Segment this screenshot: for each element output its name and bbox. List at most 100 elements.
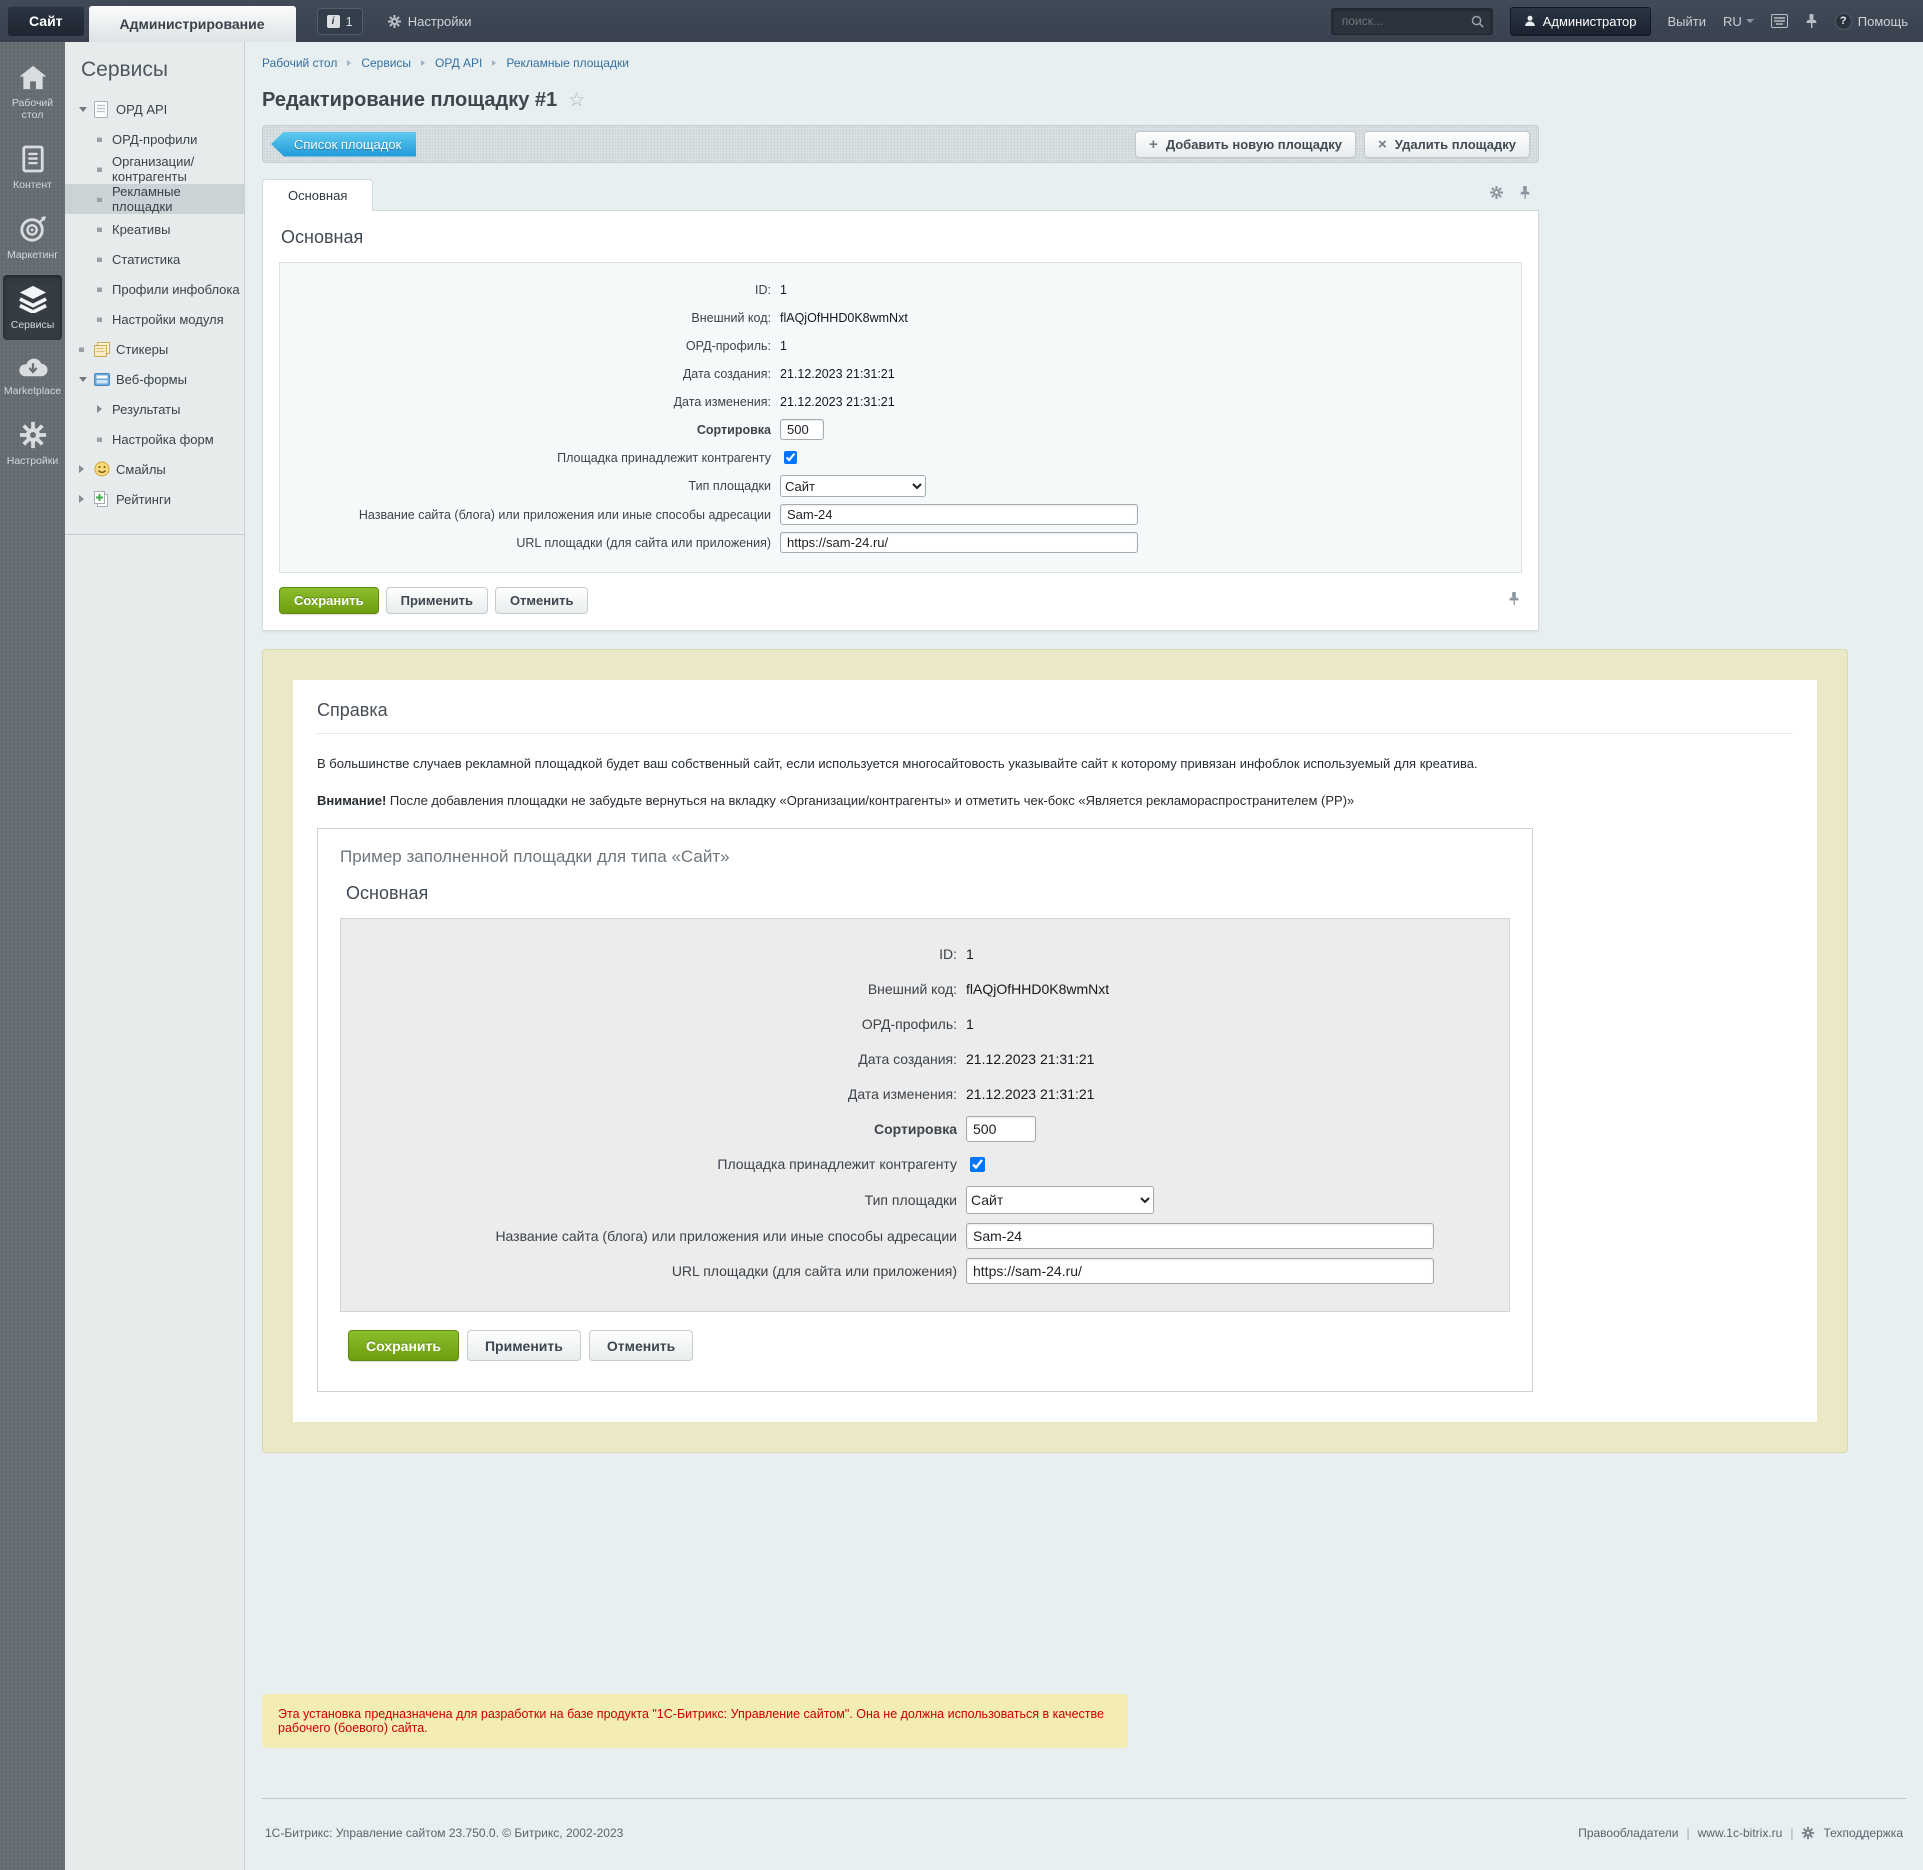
rail-item-services[interactable]: Сервисы <box>3 275 62 340</box>
sort-input[interactable] <box>780 419 824 440</box>
notifications-button[interactable]: i 1 <box>316 7 363 35</box>
sidebar-item-ord-api[interactable]: ОРД API <box>65 94 244 124</box>
delete-platform-button[interactable]: × Удалить площадку <box>1364 130 1530 158</box>
footer-link-support[interactable]: Техподдержка <box>1823 1826 1903 1840</box>
search-input[interactable] <box>1339 13 1471 29</box>
apply-button[interactable]: Применить <box>385 587 488 614</box>
field-row-type: Тип площадки Сайт <box>280 475 1521 497</box>
gear-icon <box>387 14 402 29</box>
gear-icon <box>1801 1826 1815 1840</box>
platform-type-select[interactable]: Сайт <box>780 475 926 497</box>
tab-main[interactable]: Основная <box>262 179 374 211</box>
rail-item-settings[interactable]: Настройки <box>3 411 62 476</box>
tab-settings-gear-icon[interactable] <box>1489 185 1504 200</box>
field-row-date-modified: Дата изменения: 21.12.2023 21:31:21 <box>847 1086 1095 1103</box>
sidebar-item-web-forms[interactable]: Веб-формы <box>65 364 244 394</box>
rating-icon <box>94 491 116 507</box>
back-to-list-button[interactable]: Список площадок <box>271 131 417 157</box>
sidebar: Сервисы ОРД API ОРД-профили Организации/… <box>65 42 245 1870</box>
language-selector[interactable]: RU <box>1723 14 1754 29</box>
cancel-button[interactable]: Отменить <box>494 587 589 614</box>
example-apply-button[interactable]: Применить <box>466 1330 581 1362</box>
breadcrumb-ad-platforms[interactable]: Рекламные площадки <box>506 56 629 70</box>
field-row-id: ID: 1 <box>939 946 974 963</box>
pin-icon[interactable] <box>1508 591 1520 606</box>
sidebar-item-results[interactable]: Результаты <box>65 394 244 424</box>
sidebar-item-statistics[interactable]: Статистика <box>65 244 244 274</box>
collapsed-arrow-icon <box>97 405 102 413</box>
footer-link-rights[interactable]: Правообладатели <box>1578 1826 1678 1840</box>
favorite-star-icon[interactable]: ☆ <box>568 91 585 110</box>
document-icon <box>21 145 45 173</box>
tab-site[interactable]: Сайт <box>8 6 84 36</box>
field-row-site-url: URL площадки (для сайта или приложения) <box>341 1258 1509 1285</box>
pin-panel-icon[interactable] <box>1805 13 1818 29</box>
sidebar-item-stickers[interactable]: Стикеры <box>65 334 244 364</box>
sidebar-item-smileys[interactable]: Смайлы <box>65 454 244 484</box>
rail-item-marketing[interactable]: Маркетинг <box>3 205 62 270</box>
web-form-icon <box>94 372 116 386</box>
breadcrumb-arrow-icon <box>421 60 426 66</box>
gear-icon <box>19 421 47 449</box>
page-title: Редактирование площадку #1 <box>262 89 558 111</box>
rail-item-marketplace[interactable]: Marketplace <box>3 345 62 406</box>
topbar: Сайт Администрирование i 1 Настройки Адм… <box>0 0 1923 42</box>
example-save-button[interactable]: Сохранить <box>348 1330 459 1362</box>
rail-item-content[interactable]: Контент <box>3 135 62 200</box>
hotkeys-icon[interactable] <box>1770 14 1788 28</box>
field-row-external-code: Внешний код: flAQjOfHHD0K8wmNxt <box>867 981 1110 998</box>
main-content: Рабочий стол Сервисы ОРД API Рекламные п… <box>245 42 1923 1870</box>
breadcrumb-ord-api[interactable]: ОРД API <box>435 56 482 70</box>
logout-link[interactable]: Выйти <box>1668 14 1707 29</box>
example-box: Пример заполненной площадки для типа «Са… <box>317 828 1533 1393</box>
sidebar-item-organizations[interactable]: Организации/контрагенты <box>65 154 244 184</box>
pin-form-icon[interactable] <box>1519 185 1531 200</box>
help-paragraph: В большинстве случаев рекламной площадко… <box>317 756 1478 771</box>
footer-link-site[interactable]: www.1c-bitrix.ru <box>1698 1826 1783 1840</box>
sidebar-item-creatives[interactable]: Креативы <box>65 214 244 244</box>
search-box <box>1330 7 1493 35</box>
sidebar-title: Сервисы <box>81 58 169 81</box>
topbar-settings-button[interactable]: Настройки <box>381 13 478 30</box>
sidebar-item-form-settings[interactable]: Настройка форм <box>65 424 244 454</box>
breadcrumb-desktop[interactable]: Рабочий стол <box>262 56 337 70</box>
notification-count: 1 <box>345 13 353 29</box>
sidebar-item-infoblock-profiles[interactable]: Профили инфоблока <box>65 274 244 304</box>
smiley-icon <box>94 461 116 477</box>
search-icon[interactable] <box>1471 15 1484 28</box>
divider <box>317 733 1793 734</box>
example-site-url-input[interactable] <box>966 1258 1434 1285</box>
help-attention-paragraph: Внимание! После добавления площадки не з… <box>317 793 1355 809</box>
example-platform-type-select[interactable]: Сайт <box>966 1186 1154 1215</box>
help-button[interactable]: ? Помощь <box>1834 12 1908 30</box>
breadcrumb-services[interactable]: Сервисы <box>361 56 411 70</box>
expanded-arrow-icon <box>79 106 87 112</box>
field-row-site-name: Название сайта (блога) или приложения ил… <box>341 1223 1509 1250</box>
field-row-external-code: Внешний код: flAQjOfHHD0K8wmNxt <box>691 310 908 325</box>
example-owner-checkbox[interactable] <box>970 1156 985 1172</box>
field-row-type: Тип площадки Сайт <box>341 1186 1509 1215</box>
owner-checkbox[interactable] <box>784 451 797 464</box>
add-platform-button[interactable]: + Добавить новую площадку <box>1135 130 1357 158</box>
sidebar-item-module-settings[interactable]: Настройки модуля <box>65 304 244 334</box>
rail-item-desktop[interactable]: Рабочий стол <box>3 54 62 130</box>
field-row-site-name: Название сайта (блога) или приложения ил… <box>280 504 1521 525</box>
save-button[interactable]: Сохранить <box>279 587 379 614</box>
example-field-panel: ID: 1 Внешний код: flAQjOfHHD0K8wmNxt ОР… <box>340 918 1510 1313</box>
tab-admin[interactable]: Администрирование <box>88 6 296 42</box>
sidebar-item-ad-platforms[interactable]: Рекламные площадки <box>65 184 244 214</box>
site-url-input[interactable] <box>780 532 1138 553</box>
expanded-arrow-icon <box>79 376 87 382</box>
example-title: Пример заполненной площадки для типа «Са… <box>340 847 730 867</box>
sidebar-item-ratings[interactable]: Рейтинги <box>65 484 244 514</box>
left-rail: Рабочий стол Контент Маркетинг Сервисы M… <box>0 42 65 1870</box>
current-user-button[interactable]: Администратор <box>1509 6 1651 36</box>
field-row-date-created: Дата создания: 21.12.2023 21:31:21 <box>682 366 895 381</box>
example-sort-input[interactable] <box>966 1116 1036 1143</box>
field-row-date-modified: Дата изменения: 21.12.2023 21:31:21 <box>673 394 895 409</box>
sidebar-item-ord-profiles[interactable]: ОРД-профили <box>65 124 244 154</box>
site-name-input[interactable] <box>780 504 1138 525</box>
example-site-name-input[interactable] <box>966 1223 1434 1250</box>
example-cancel-button[interactable]: Отменить <box>588 1330 694 1362</box>
toolbar: Список площадок + Добавить новую площадк… <box>262 125 1539 163</box>
